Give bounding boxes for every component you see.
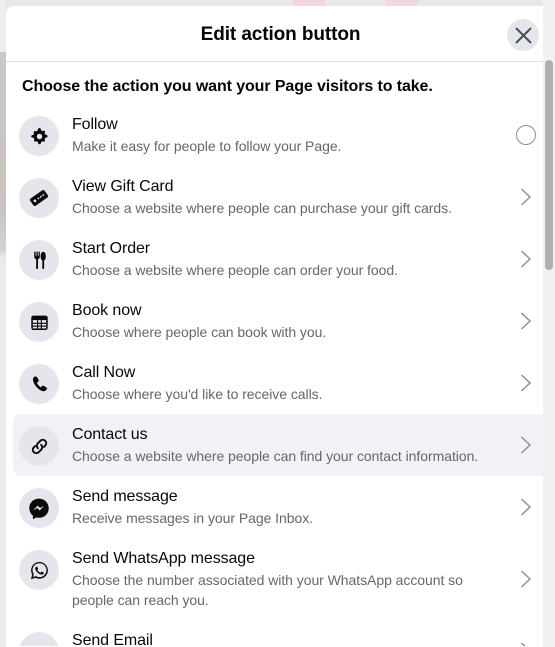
- action-text: Book now Choose where people can book wit…: [72, 300, 512, 342]
- close-icon: [515, 27, 532, 44]
- action-description: Choose a website where people can order …: [72, 262, 398, 278]
- action-text: Contact us Choose a website where people …: [72, 424, 512, 466]
- action-description: Choose where people can book with you.: [72, 324, 327, 340]
- edit-action-button-dialog: Edit action button Choose the action you…: [6, 6, 555, 647]
- fork-knife-icon: [19, 240, 59, 280]
- action-title: Send Email: [72, 632, 153, 646]
- action-row-call-now[interactable]: Call Now Choose where you'd like to recei…: [13, 352, 548, 414]
- dialog-header: Edit action button: [6, 6, 555, 62]
- chevron-right-icon[interactable]: [512, 495, 540, 519]
- action-list: Follow Make it easy for people to follow …: [6, 104, 555, 646]
- chevron-right-icon[interactable]: [512, 433, 540, 457]
- radio-button-unchecked[interactable]: [512, 125, 540, 145]
- calendar-icon: [19, 302, 59, 342]
- action-description: Choose the number associated with your W…: [72, 572, 463, 608]
- dialog-body: Choose the action you want your Page vis…: [6, 62, 555, 646]
- dialog-title: Edit action button: [200, 24, 361, 45]
- chevron-right-icon[interactable]: [512, 247, 540, 271]
- chevron-right-icon[interactable]: [512, 639, 540, 646]
- chevron-right-icon[interactable]: [512, 567, 540, 591]
- action-title: Book now: [72, 302, 142, 319]
- action-title: Contact us: [72, 426, 148, 443]
- action-title: View Gift Card: [72, 178, 174, 195]
- action-row-send-message[interactable]: Send message Receive messages in your Pag…: [13, 476, 548, 538]
- action-text: Send message Receive messages in your Pag…: [72, 486, 512, 528]
- action-text: View Gift Card Choose a website where peo…: [72, 176, 512, 218]
- chevron-right-icon[interactable]: [512, 309, 540, 333]
- action-title: Follow: [72, 116, 118, 133]
- gear-icon: [19, 116, 59, 156]
- chevron-right-icon[interactable]: [512, 371, 540, 395]
- close-button[interactable]: [507, 19, 539, 51]
- action-description: Choose a website where people can find y…: [72, 448, 479, 464]
- phone-icon: [19, 364, 59, 404]
- link-icon: [19, 426, 59, 466]
- action-row-view-gift-card[interactable]: View Gift Card Choose a website where peo…: [13, 166, 548, 228]
- action-row-start-order[interactable]: Start Order Choose a website where people…: [13, 228, 548, 290]
- action-text: Start Order Choose a website where people…: [72, 238, 512, 280]
- messenger-icon: [19, 488, 59, 528]
- action-row-contact-us[interactable]: Contact us Choose a website where people …: [13, 414, 548, 476]
- action-text: Call Now Choose where you'd like to recei…: [72, 362, 512, 404]
- whatsapp-icon: [19, 550, 59, 590]
- action-description: Choose a website where people can purcha…: [72, 200, 452, 216]
- action-text: Follow Make it easy for people to follow …: [72, 114, 512, 156]
- action-description: Make it easy for people to follow your P…: [72, 138, 342, 154]
- gift-card-icon: [19, 178, 59, 218]
- action-description: Choose where you'd like to receive calls…: [72, 386, 323, 402]
- scrollbar-thumb[interactable]: [545, 60, 553, 270]
- action-row-send-whatsapp-message[interactable]: Send WhatsApp message Choose the number a…: [13, 538, 548, 620]
- action-title: Send WhatsApp message: [72, 550, 255, 567]
- action-text: Send WhatsApp message Choose the number a…: [72, 548, 512, 610]
- vertical-scrollbar[interactable]: [543, 0, 555, 647]
- chevron-right-icon[interactable]: [512, 185, 540, 209]
- action-text: Send EmailChoose an email address where …: [72, 630, 512, 646]
- action-title: Call Now: [72, 364, 136, 381]
- envelope-icon: [19, 632, 59, 646]
- action-row-book-now[interactable]: Book now Choose where people can book wit…: [13, 290, 548, 352]
- action-description: Receive messages in your Page Inbox.: [72, 510, 313, 526]
- action-row-follow[interactable]: Follow Make it easy for people to follow …: [13, 104, 548, 166]
- action-title: Start Order: [72, 240, 151, 257]
- action-row-send-email[interactable]: Send EmailChoose an email address where …: [13, 620, 548, 646]
- action-title: Send message: [72, 488, 178, 505]
- radio-circle-icon: [516, 125, 536, 145]
- section-heading: Choose the action you want your Page vis…: [22, 78, 433, 95]
